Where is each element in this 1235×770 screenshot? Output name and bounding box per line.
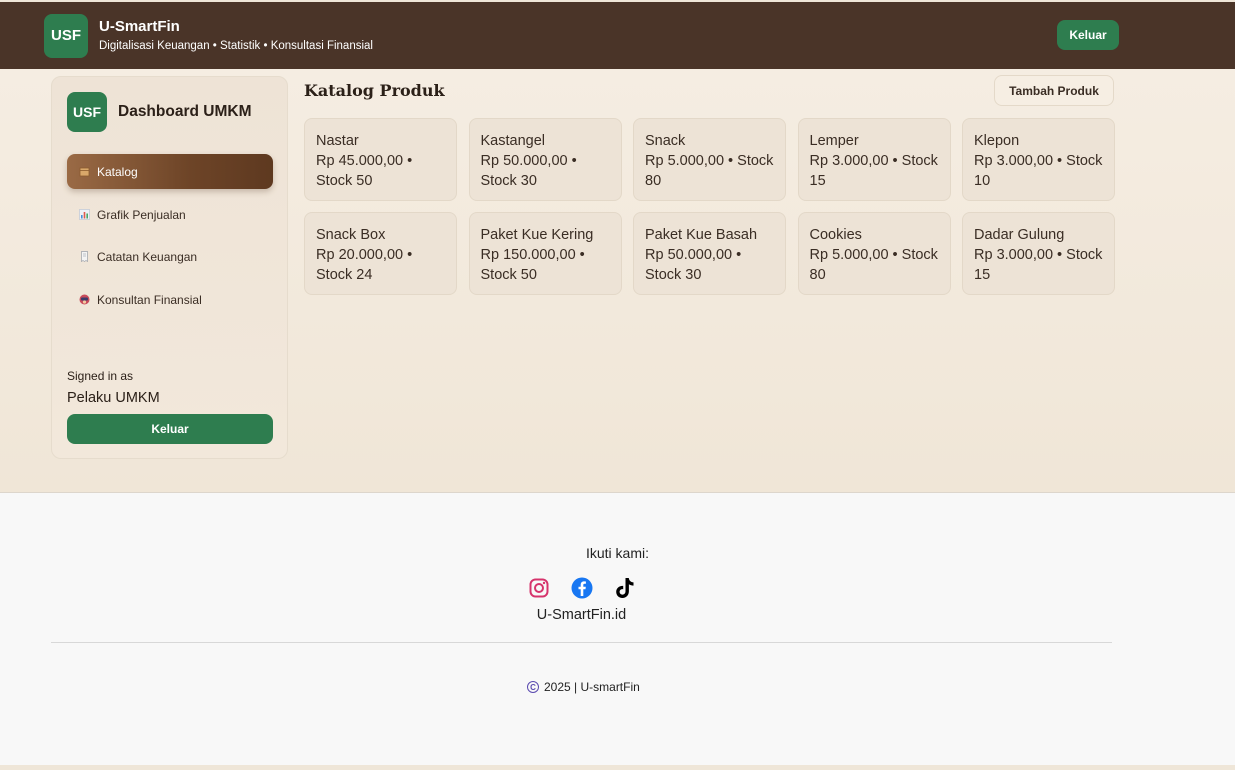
- footer-divider: [51, 642, 1112, 643]
- product-stock: Stock 24: [316, 267, 373, 283]
- product-name: Cookies: [809, 227, 862, 243]
- separator: •: [888, 247, 902, 263]
- product-price: Rp 3.000,00: [809, 153, 889, 169]
- top-bar: USF U-SmartFin Digitalisasi Keuangan • S…: [0, 2, 1235, 69]
- product-price: Rp 3.000,00: [974, 153, 1054, 169]
- product-card[interactable]: Lemper Rp 3.000,00 • Stock 15: [797, 118, 951, 201]
- bottom-strip: [0, 765, 1235, 770]
- sidebar-item-grafik-penjualan[interactable]: Grafik Penjualan: [67, 197, 273, 232]
- site-name: U-SmartFin.id: [536, 607, 627, 623]
- product-name: Snack Box: [316, 227, 386, 243]
- sidebar-item-catatan-keuangan[interactable]: Catatan Keuangan: [67, 239, 273, 274]
- sidebar-item-label: Katalog: [97, 164, 138, 179]
- product-name: Paket Kue Basah: [645, 227, 758, 243]
- header-logout-button[interactable]: Keluar: [1057, 20, 1119, 50]
- follow-label: Ikuti kami:: [585, 545, 649, 561]
- separator: •: [567, 153, 577, 169]
- sidebar-item-label: Catatan Keuangan: [97, 249, 198, 264]
- consultant-icon: [78, 294, 90, 306]
- product-stock: Stock 30: [480, 173, 537, 189]
- sidebar-logout-button[interactable]: Keluar: [67, 414, 273, 444]
- separator: •: [403, 153, 413, 169]
- product-price: Rp 45.000,00: [316, 153, 404, 169]
- product-name: Klepon: [974, 133, 1020, 149]
- sidebar-title: Dashboard UMKM: [118, 103, 252, 120]
- sidebar-item-konsultan-finansial[interactable]: Konsultan Finansial: [67, 282, 273, 317]
- box-icon: [78, 166, 90, 178]
- sidebar-item-label: Konsultan Finansial: [97, 292, 202, 307]
- separator: •: [888, 153, 902, 169]
- product-card[interactable]: Kastangel Rp 50.000,00 • Stock 30: [468, 118, 622, 201]
- product-card[interactable]: Paket Kue Kering Rp 150.000,00 • Stock 50: [468, 212, 622, 295]
- product-card[interactable]: Snack Box Rp 20.000,00 • Stock 24: [304, 212, 457, 295]
- signed-in-name: Pelaku UMKM: [67, 390, 160, 406]
- separator: •: [732, 247, 742, 263]
- separator: •: [724, 153, 738, 169]
- bar-chart-icon: [78, 209, 90, 221]
- product-price: Rp 50.000,00: [480, 153, 568, 169]
- product-card[interactable]: Cookies Rp 5.000,00 • Stock 80: [797, 212, 951, 295]
- tiktok-icon[interactable]: [614, 577, 636, 599]
- product-card[interactable]: Nastar Rp 45.000,00 • Stock 50: [304, 118, 457, 201]
- separator: •: [1053, 247, 1067, 263]
- separator: •: [403, 247, 413, 263]
- product-name: Kastangel: [480, 133, 546, 149]
- product-price: Rp 150.000,00: [480, 247, 576, 263]
- product-price: Rp 3.000,00: [974, 247, 1054, 263]
- separator: •: [575, 247, 585, 263]
- app-subtitle: Digitalisasi Keuangan • Statistik • Kons…: [99, 39, 373, 52]
- product-card[interactable]: Dadar Gulung Rp 3.000,00 • Stock 15: [962, 212, 1115, 295]
- sidebar-header: USF Dashboard UMKM: [67, 92, 251, 132]
- social-links: [528, 577, 636, 599]
- receipt-icon: [78, 251, 90, 263]
- product-stock: Stock 30: [645, 267, 702, 283]
- page-title: Katalog Produk: [304, 81, 445, 100]
- instagram-icon[interactable]: [528, 577, 550, 599]
- brand: U-SmartFin Digitalisasi Keuangan • Stati…: [99, 18, 373, 54]
- product-name: Dadar Gulung: [974, 227, 1065, 243]
- app-title: U-SmartFin: [99, 17, 180, 35]
- app-logo: USF: [44, 13, 88, 58]
- product-name: Paket Kue Kering: [480, 227, 594, 243]
- signed-in-label: Signed in as: [67, 369, 134, 383]
- product-stock: Stock 50: [316, 173, 373, 189]
- product-stock: Stock 50: [480, 267, 537, 283]
- product-card[interactable]: Snack Rp 5.000,00 • Stock 80: [633, 118, 786, 201]
- footer: Ikuti kami: U-SmartFin.id C 2025 | U-sma…: [0, 493, 1235, 765]
- sidebar: USF Dashboard UMKM Katalog Grafik Penjua…: [51, 76, 288, 459]
- product-price: Rp 5.000,00: [645, 153, 725, 169]
- separator: •: [1053, 153, 1067, 169]
- product-name: Nastar: [316, 133, 359, 149]
- copyright: C 2025 | U-smartFin: [527, 680, 640, 694]
- sidebar-item-label: Grafik Penjualan: [97, 207, 186, 222]
- facebook-icon[interactable]: [571, 577, 593, 599]
- product-grid: Nastar Rp 45.000,00 • Stock 50 Kastangel Rp…: [304, 118, 1115, 295]
- copyright-text: 2025 | U-smartFin: [544, 680, 640, 694]
- sidebar-item-katalog[interactable]: Katalog: [67, 154, 273, 189]
- product-card[interactable]: Paket Kue Basah Rp 50.000,00 • Stock 30: [633, 212, 786, 295]
- product-card[interactable]: Klepon Rp 3.000,00 • Stock 10: [962, 118, 1115, 201]
- product-price: Rp 50.000,00: [645, 247, 733, 263]
- add-product-button[interactable]: Tambah Produk: [994, 75, 1114, 106]
- copyright-icon: C: [527, 681, 539, 693]
- product-price: Rp 5.000,00: [809, 247, 889, 263]
- sidebar-logo: USF: [67, 92, 107, 132]
- product-name: Snack: [645, 133, 686, 149]
- main-area: USF Dashboard UMKM Katalog Grafik Penjua…: [0, 69, 1235, 493]
- product-name: Lemper: [809, 133, 859, 149]
- product-price: Rp 20.000,00: [316, 247, 404, 263]
